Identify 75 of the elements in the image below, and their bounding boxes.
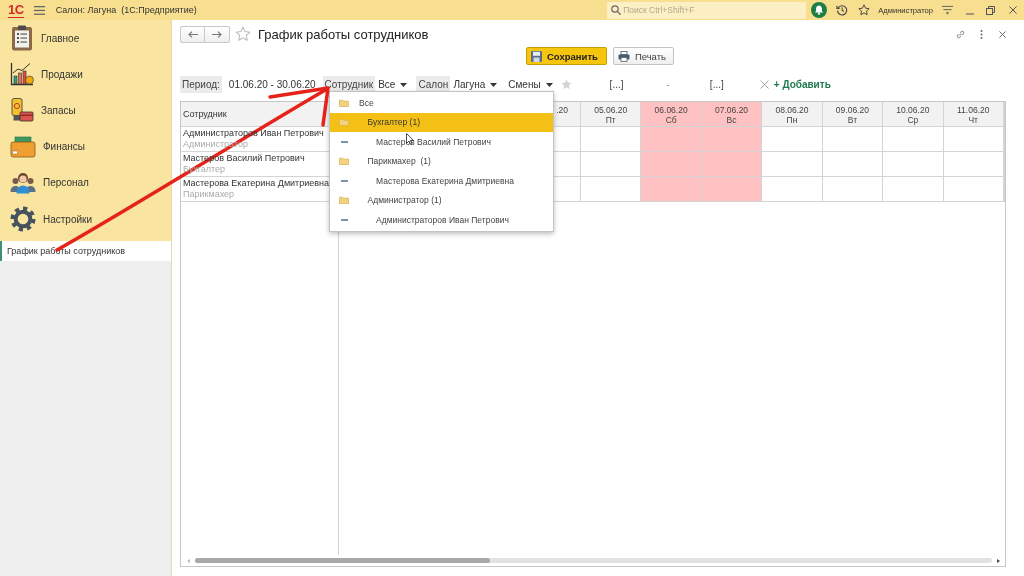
range-separator: - bbox=[666, 79, 670, 90]
more-icon[interactable] bbox=[980, 29, 983, 39]
folder-icon bbox=[339, 118, 349, 127]
column-header: 11.06.20 Чт bbox=[943, 102, 1004, 127]
dash-icon bbox=[341, 218, 348, 221]
column-header: 10.06.20 Ср bbox=[883, 102, 944, 127]
column-header: 06.06.20 Сб bbox=[641, 102, 702, 127]
dash-icon bbox=[341, 140, 348, 143]
section-item[interactable]: Продажи bbox=[0, 56, 171, 93]
history-icon[interactable] bbox=[836, 4, 849, 16]
forward-button[interactable] bbox=[205, 25, 230, 43]
folder-icon bbox=[339, 157, 349, 166]
open-page-tab[interactable]: График работы сотрудников bbox=[0, 241, 171, 262]
star-icon[interactable] bbox=[235, 26, 251, 42]
right-arrow-icon bbox=[212, 30, 222, 38]
section-item[interactable]: Финансы bbox=[0, 128, 171, 165]
section-item[interactable]: Запасы bbox=[0, 92, 171, 129]
scroll-right-icon[interactable] bbox=[997, 558, 1000, 563]
caret-icon bbox=[545, 82, 553, 87]
search-field[interactable]: Поиск Ctrl+Shift+F bbox=[607, 1, 807, 19]
employee-name: Мастерова Екатерина Дмитриевна bbox=[183, 178, 331, 189]
bell-icon[interactable] bbox=[811, 2, 828, 18]
print-button[interactable]: Печать bbox=[612, 47, 674, 65]
column-header: 05.06.20 Пт bbox=[581, 102, 642, 127]
shifts-menu[interactable]: Смены bbox=[508, 79, 553, 90]
dropdown-item[interactable]: Мастерова Екатерина Дмитриевна bbox=[330, 171, 553, 191]
back-button[interactable] bbox=[180, 25, 205, 43]
dash-icon bbox=[341, 179, 348, 182]
tube-and-wallet-icon bbox=[10, 97, 34, 124]
section-item[interactable]: Настройки bbox=[0, 200, 171, 238]
column-header: 09.06.20 Вт bbox=[822, 102, 884, 127]
filter-label: Период: bbox=[180, 76, 222, 93]
dropdown-item[interactable]: Администратор (1) bbox=[330, 190, 553, 210]
scrollbar-track[interactable] bbox=[195, 558, 992, 563]
app-title: Салон: Лагуна (1С:Предприятие) bbox=[55, 5, 197, 15]
range-end[interactable]: [...] bbox=[709, 79, 724, 90]
dropdown-item[interactable]: Администраторов Иван Петрович bbox=[330, 210, 553, 230]
folder-icon bbox=[339, 98, 349, 107]
search-icon bbox=[611, 5, 622, 15]
caret-icon bbox=[490, 82, 498, 87]
column-header: 07.06.20 Вс bbox=[701, 102, 763, 127]
period-value[interactable]: 01.06.20 - 30.06.20 bbox=[228, 79, 316, 90]
section-item[interactable]: Персонал bbox=[0, 164, 171, 201]
folder-icon bbox=[339, 196, 349, 205]
dropdown-item[interactable]: Парикмахер (1) bbox=[330, 151, 553, 171]
employee-role: Парикмахер bbox=[183, 189, 236, 200]
close-icon[interactable] bbox=[1009, 6, 1017, 14]
wallet-icon bbox=[10, 135, 36, 158]
star-icon[interactable] bbox=[858, 4, 871, 16]
star-icon[interactable] bbox=[560, 79, 572, 90]
dropdown-item[interactable]: Бухгалтер (1) bbox=[330, 112, 553, 132]
chart-icon bbox=[10, 62, 34, 87]
caret-icon bbox=[400, 82, 408, 87]
gear-icon bbox=[10, 206, 36, 233]
save-button[interactable]: Сохранить bbox=[526, 47, 607, 65]
range-start[interactable]: [...] bbox=[609, 79, 624, 90]
clear-icon[interactable] bbox=[759, 80, 769, 89]
minimize-icon[interactable] bbox=[966, 12, 974, 15]
column-header: 08.06.20 Пн bbox=[762, 102, 823, 127]
app-logo[interactable]: 1С bbox=[8, 2, 24, 18]
scrollbar-thumb[interactable] bbox=[195, 558, 490, 563]
filter-select[interactable]: Все bbox=[378, 79, 408, 90]
clipboard-icon bbox=[10, 25, 34, 52]
menu-icon[interactable] bbox=[33, 5, 45, 15]
filter-select[interactable]: Лагуна bbox=[453, 79, 498, 90]
restore-icon[interactable] bbox=[986, 5, 995, 15]
link-icon[interactable] bbox=[955, 28, 966, 40]
section-item[interactable]: Главное bbox=[0, 20, 171, 57]
add-link[interactable]: + Добавить bbox=[773, 79, 831, 90]
people-icon bbox=[10, 171, 36, 194]
left-arrow-icon bbox=[187, 30, 198, 38]
dropdown-menu-icon[interactable] bbox=[942, 4, 953, 16]
close-icon[interactable] bbox=[999, 30, 1006, 38]
form-title: График работы сотрудников bbox=[258, 26, 429, 42]
printer-icon bbox=[617, 50, 630, 62]
